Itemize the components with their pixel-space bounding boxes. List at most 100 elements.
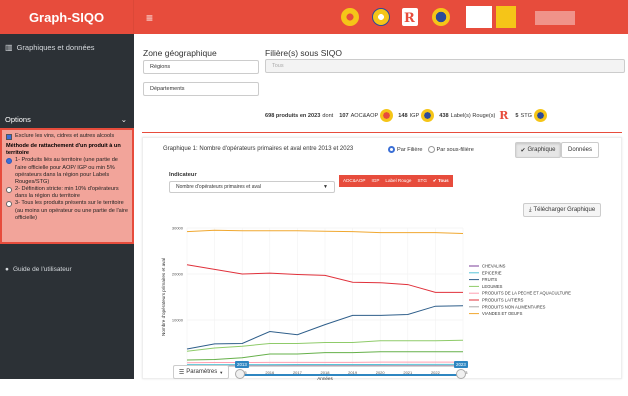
tab-graphique-label: Graphique [528,147,556,153]
download-graph-button[interactable]: ⤓ Télécharger Graphique [523,203,601,217]
y-tick-label: 30000 [172,226,184,231]
summary-dont: dont [322,113,333,119]
method-radio-2[interactable] [6,187,12,193]
sidebar-item-guide[interactable]: ● Guide de l'utilisateur [0,262,134,276]
filiere-select[interactable]: Tous [265,59,625,73]
sliders-icon: ☰ [179,369,184,376]
legend-label: LEGUMES [482,284,503,289]
sidebar-item-label: Graphiques et données [17,43,95,52]
divider [142,132,622,133]
stg-seal-icon [534,109,547,122]
check-icon: ✔ [520,147,525,154]
summary-lr-label: Label(s) Rouge(s) [451,113,496,119]
graph-card: Graphique 1: Nombre d'opérateurs primair… [142,137,622,379]
method-radio-1[interactable] [6,158,12,164]
legend-label: FRUITS [482,277,497,282]
indicateur-select[interactable]: Nombre d'opérateurs primaires et aval ▼ [169,181,335,193]
guide-label: Guide de l'utilisateur [13,266,72,273]
radio-par-sous-filiere[interactable] [428,146,435,153]
legend-label: PRODUITS LAITIERS [482,298,524,303]
label-rouge-seal-icon: R [497,109,510,122]
main-content: Zone géographique Régions Départements F… [134,34,628,379]
caret-down-icon: ▼ [323,184,328,190]
zone-title: Zone géographique [143,48,217,58]
radio-par-filiere-label: Par Filière [397,147,423,153]
radio-par-sous-filiere-label: Par sous-filière [437,147,474,153]
params-button[interactable]: ☰ Paramètres ▼ [173,365,229,379]
summary-stg-label: STG [520,113,532,119]
info-icon: ● [5,266,9,273]
exclude-alcohol-checkbox[interactable] [6,134,12,140]
chart-icon: ▥ [5,43,13,52]
radio-par-filiere[interactable] [388,146,395,153]
svg-text:R: R [404,11,415,26]
summary-stg-count: 5 [515,113,518,119]
exclude-alcohol-option[interactable]: Exclure les vins, cidres et autres alcoo… [6,133,129,140]
inrae-logo [588,9,628,25]
label-rouge-logo: R [402,8,418,26]
tag-tous[interactable]: ✔ Tous [430,176,452,186]
sidebar-spacer [0,54,134,110]
sidebar-item-graphiques[interactable]: ▥ Graphiques et données [0,40,134,54]
aop-seal-icon [380,109,393,122]
summary-aop-label: AOC&AOP [351,113,379,119]
tab-graphique[interactable]: ✔ Graphique [515,142,561,158]
graph-title: Graphique 1: Nombre d'opérateurs primair… [163,146,353,152]
summary-bar: 698 produits en 2023 dont 107 AOC&AOP 14… [265,109,552,122]
y-tick-label: 20000 [172,272,184,277]
aop-logo [341,8,359,26]
summary-total: 698 produits en 2023 [265,113,320,119]
options-panel: Exclure les vins, cidres et autres alcoo… [0,128,134,244]
chevron-down-icon: ⌄ [121,115,127,124]
indicateur-label: Indicateur [169,172,197,178]
slider-max-label: 2023 [454,361,468,368]
radio-group: Par Filière Par sous-filière [388,146,474,153]
legend-label: CHEVALINS [482,264,506,269]
exclude-alcohol-label: Exclure les vins, cidres et autres alcoo… [15,133,114,140]
year-range-slider[interactable] [239,374,463,376]
summary-igp-label: IGP [410,113,420,119]
partner-logo [535,11,575,25]
series-line [187,362,463,363]
slider-min-label: 2013 [235,361,249,368]
app-title[interactable]: Graph-SIQO [0,0,134,34]
inao-logo [496,6,516,28]
tag-igp[interactable]: IGP [368,176,382,186]
legend-label: PRODUITS NON ALIMENTAIRES [482,304,546,309]
summary-igp-count: 148 [398,113,407,119]
method-heading: Méthode de rattachement d'un produit à u… [6,143,129,157]
download-icon: ⤓ [529,207,532,214]
options-toggle[interactable]: Options ⌄ [0,111,134,127]
tag-aop[interactable]: ADC&AOP [340,176,368,186]
slider-max-handle[interactable] [456,369,466,379]
tab-donnees[interactable]: Données [561,142,599,158]
y-tick-label: 10000 [172,318,184,323]
filiere-title: Filière(s) sous SIQO [265,48,342,58]
y-axis-label: Nombre d'opérateurs primaires et aval [161,258,166,336]
igp-seal-icon [421,109,434,122]
menu-toggle-icon[interactable]: ≡ [146,11,153,25]
method-option-2[interactable]: 2- Définition stricte: min 10% d'opérate… [6,186,129,200]
method-option-label: 2- Définition stricte: min 10% d'opérate… [15,186,129,200]
params-label: Paramètres [186,369,217,375]
summary-aop-count: 107 [339,113,348,119]
method-radio-3[interactable] [6,201,12,207]
method-option-1[interactable]: 1- Produits liés au territoire (une part… [6,157,129,186]
method-option-3[interactable]: 3- Tous les produits présents sur le ter… [6,200,129,221]
tag-label-rouge[interactable]: Label Rouge [382,176,414,186]
ministry-logo [466,6,492,28]
departements-select[interactable]: Départements [143,82,259,96]
stg-logo [432,8,450,26]
legend-label: VIANDES ET OEUFS [482,311,523,316]
regions-select[interactable]: Régions [143,60,259,74]
top-bar: Graph-SIQO ≡ R [0,0,628,34]
slider-min-handle[interactable] [235,369,245,379]
caret-down-icon: ▼ [219,370,223,375]
indicateur-value: Nombre d'opérateurs primaires et aval [176,184,261,190]
tag-stg[interactable]: STG [414,176,429,186]
summary-lr-count: 438 [439,113,448,119]
download-label: Télécharger Graphique [533,207,595,213]
igp-logo [372,8,390,26]
legend-label: EPICERIE [482,270,502,275]
method-option-label: 1- Produits liés au territoire (une part… [15,157,129,186]
